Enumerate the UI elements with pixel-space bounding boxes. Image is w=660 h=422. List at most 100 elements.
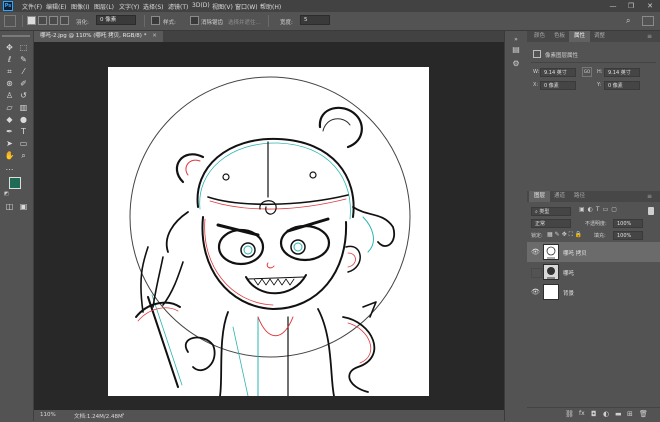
shape-tool-icon[interactable]: ▭ [17,139,30,149]
menu-image[interactable]: 图像(I) [71,2,89,11]
properties-panel-icon[interactable]: ⚙ [510,59,522,69]
document-tab[interactable]: 哪吒-2.jpg @ 110% (哪吒 拷贝, RGB/8) * ✕ [34,31,163,42]
layer-row[interactable]: 👁 背景 [527,282,660,302]
x-prop-input[interactable]: 0 像素 [540,81,576,90]
subtract-selection-icon[interactable] [49,16,58,25]
antialias-checkbox-2[interactable] [190,16,199,25]
visibility-eye-icon[interactable] [531,268,542,278]
menu-3d[interactable]: 3D(D) [192,2,210,9]
tab-channels[interactable]: 通道 [549,191,570,202]
properties-tab-bar: 颜色 色板 属性 调整 ≡ [527,31,660,42]
quick-mask-icon[interactable]: ◫ [3,202,16,212]
crop-tool-icon[interactable]: ⌗ [3,67,16,77]
tab-color[interactable]: 颜色 [529,31,550,42]
lock-icons[interactable]: ▦✎✥⛶🔒 [547,231,584,239]
trash-icon[interactable]: 🗑 [639,410,648,418]
workspace-icon[interactable] [642,16,654,26]
mask-icon[interactable]: ◘ [591,410,597,418]
link-icon[interactable]: ⛓ [565,410,574,418]
expand-panels-icon[interactable]: » [510,35,522,45]
menu-window[interactable]: 窗口(W) [235,2,258,11]
minimize-button[interactable]: — [604,0,622,12]
layer-row[interactable]: 👁 哪吒 拷贝 [527,242,660,262]
toolbar-grip[interactable] [2,35,30,37]
quick-select-tool-icon[interactable]: ✎ [17,55,30,65]
menu-type[interactable]: 文字(Y) [119,2,139,11]
adjustment-icon[interactable]: ◐ [603,410,609,418]
brush-tool-icon[interactable]: ✐ [17,79,30,89]
y-prop-input[interactable]: 0 像素 [604,81,640,90]
screen-mode-icon[interactable]: ▣ [17,202,30,212]
marquee-tool-icon[interactable]: ⬚ [17,43,30,53]
hand-tool-icon[interactable]: ✋ [3,151,16,161]
restore-button[interactable]: ❐ [622,0,640,12]
select-mask-button[interactable]: 选择并遮住... [228,18,261,26]
link-dimensions-button[interactable]: GO [582,67,592,77]
menu-layer[interactable]: 图层(L) [94,2,114,11]
group-icon[interactable]: ▬ [615,410,622,418]
healing-tool-icon[interactable]: ⊛ [3,79,16,89]
width-input[interactable]: 5 [300,15,330,25]
close-window-button[interactable]: ✕ [641,0,659,12]
more-tools-icon[interactable]: … [3,163,16,173]
layer-name[interactable]: 哪吒 拷贝 [563,249,587,257]
visibility-eye-icon[interactable]: 👁 [531,288,540,296]
foreground-color-swatch[interactable] [9,177,21,189]
eyedropper-tool-icon[interactable]: ⁄ [17,67,30,77]
menu-file[interactable]: 文件(F) [22,2,42,11]
tab-properties[interactable]: 属性 [569,31,591,42]
visibility-eye-icon[interactable]: 👁 [531,248,540,256]
tab-swatches[interactable]: 色板 [549,31,570,42]
menu-select[interactable]: 选择(S) [143,2,164,11]
menu-edit[interactable]: 编辑(E) [46,2,66,11]
opacity-input[interactable]: 100% [613,219,643,228]
fill-input[interactable]: 100% [613,231,643,240]
eraser-tool-icon[interactable]: ▱ [3,103,16,113]
layer-name[interactable]: 哪吒 [563,269,574,277]
history-panel-icon[interactable]: ▤ [510,45,522,55]
marquee-preset-icon[interactable] [4,15,16,27]
type-tool-icon[interactable]: T [17,127,30,137]
gradient-tool-icon[interactable]: ▥ [17,103,30,113]
status-menu-arrow-icon[interactable]: › [122,411,124,418]
fx-icon[interactable]: fx [579,410,585,417]
layer-filter-select[interactable]: ⌕ 类型 [531,207,571,216]
intersect-selection-icon[interactable] [60,16,69,25]
menu-view[interactable]: 视图(V) [212,2,233,11]
history-brush-tool-icon[interactable]: ↺ [17,91,30,101]
canvas-area[interactable] [34,42,504,410]
default-colors-icon[interactable]: ◩ [4,191,10,197]
move-tool-icon[interactable]: ✥ [3,43,16,53]
menu-help[interactable]: 帮助(H) [260,2,281,11]
dodge-tool-icon[interactable]: ● [17,115,30,125]
add-selection-icon[interactable] [38,16,47,25]
panel-menu-icon[interactable]: ≡ [647,33,652,40]
zoom-level[interactable]: 110% [40,412,56,418]
feather-input[interactable]: 0 像素 [96,15,136,25]
new-selection-icon[interactable] [27,16,36,25]
new-layer-icon[interactable]: ⊞ [627,410,633,418]
tab-adjustments[interactable]: 调整 [589,31,610,42]
filter-toggle-icon[interactable] [648,207,654,215]
stamp-tool-icon[interactable]: ♙ [3,91,16,101]
path-select-tool-icon[interactable]: ➤ [3,139,16,149]
layer-row[interactable]: 哪吒 [527,262,660,282]
close-tab-button[interactable]: ✕ [152,33,157,39]
document-canvas[interactable] [108,67,429,396]
layer-filter-icons[interactable]: ▣◐T▭▢ [579,206,620,213]
pen-tool-icon[interactable]: ✒ [3,127,16,137]
menu-filter[interactable]: 滤镜(T) [168,2,188,11]
tools-panel: ✥ ⬚ ℓ ✎ ⌗ ⁄ ⊛ ✐ ♙ ↺ ▱ ▥ ◆ ● ✒ T ➤ ▭ ✋ ⌕ … [0,31,34,421]
tab-layers[interactable]: 图层 [529,191,551,202]
layers-menu-icon[interactable]: ≡ [647,193,652,200]
tab-paths[interactable]: 路径 [569,191,590,202]
width-prop-input[interactable]: 9.14 英寸 [540,68,576,77]
blur-tool-icon[interactable]: ◆ [3,115,16,125]
zoom-tool-icon[interactable]: ⌕ [17,151,30,161]
height-prop-input[interactable]: 9.14 英寸 [604,68,640,77]
antialias-checkbox[interactable] [151,16,160,25]
lasso-tool-icon[interactable]: ℓ [3,55,16,65]
layer-name[interactable]: 背景 [563,289,574,297]
blend-mode-select[interactable]: 正常 [531,219,571,228]
search-icon[interactable]: ⌕ [626,16,636,26]
